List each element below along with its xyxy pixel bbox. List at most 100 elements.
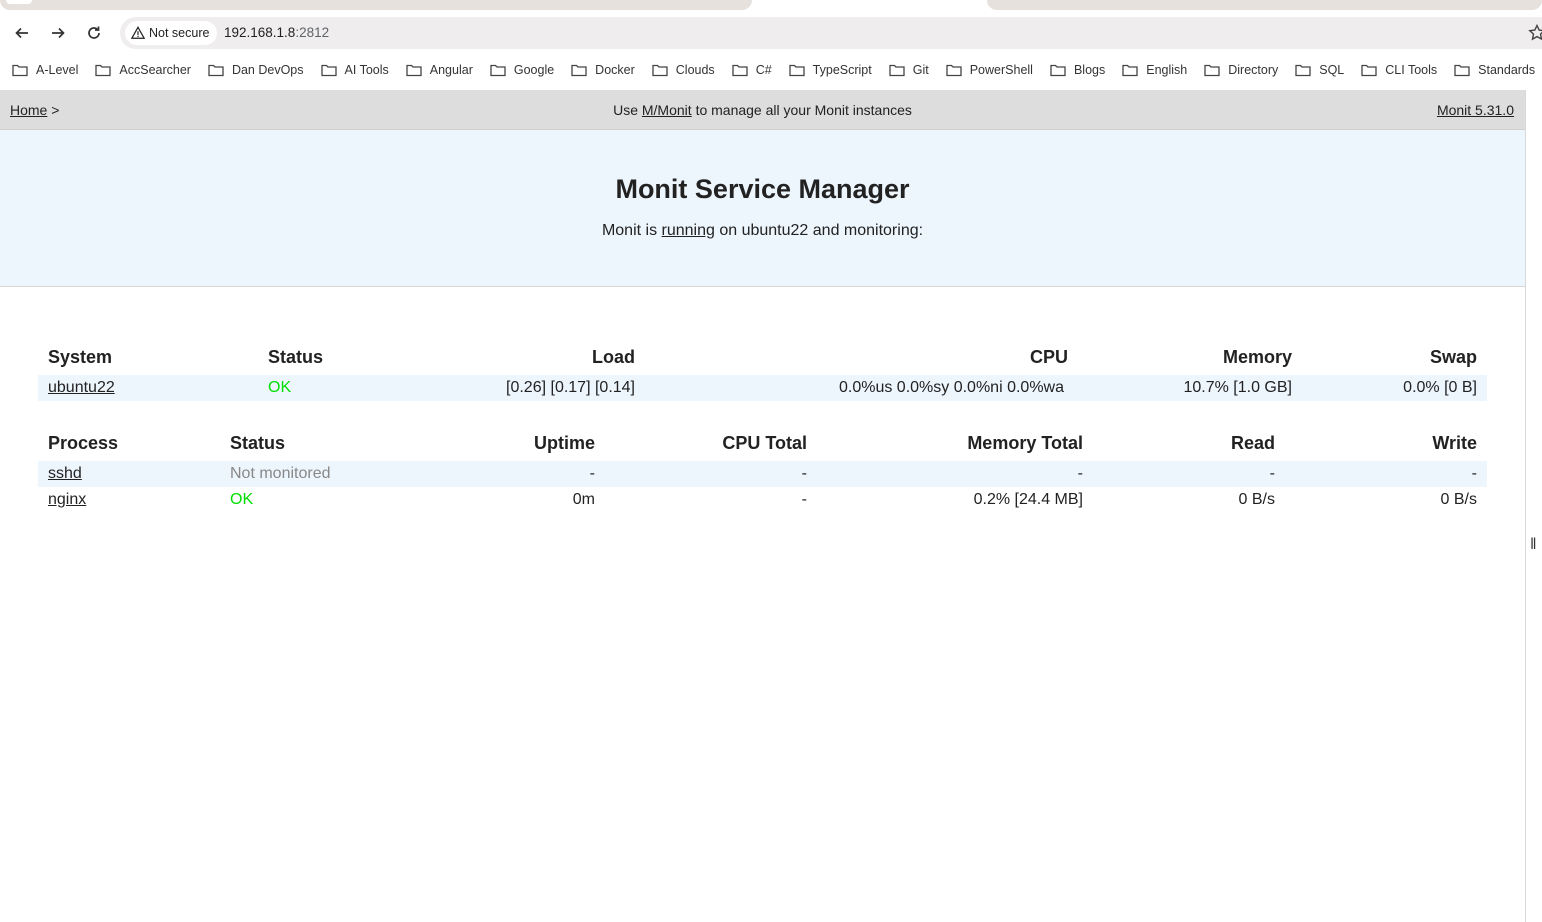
bookmark-folder[interactable]: PowerShell xyxy=(946,63,1033,77)
bookmark-label: Blogs xyxy=(1073,63,1106,77)
bookmark-folder[interactable]: SQL xyxy=(1295,63,1344,77)
bookmark-folder[interactable]: TypeScript xyxy=(789,63,872,77)
process-table: Process Status Uptime CPU Total Memory T… xyxy=(38,425,1487,513)
folder-icon xyxy=(208,64,224,77)
bookmark-star-button[interactable] xyxy=(1528,24,1542,42)
folder-icon xyxy=(571,64,587,77)
hero-section: Monit Service Manager Monit is running o… xyxy=(0,130,1525,287)
browser-tab-previous[interactable] xyxy=(0,0,752,10)
bookmark-label: CLI Tools xyxy=(1385,63,1438,77)
bookmark-label: Git xyxy=(912,63,929,77)
version-link[interactable]: Monit 5.31.0 xyxy=(1437,102,1514,118)
forward-button[interactable] xyxy=(45,20,71,46)
process-table-header: Process Status Uptime CPU Total Memory T… xyxy=(38,425,1487,461)
folder-icon xyxy=(1295,64,1311,77)
address-bar[interactable]: Not secure 192.168.1.8:2812 xyxy=(120,17,1542,49)
mmonit-message-suffix: to manage all your Monit instances xyxy=(695,102,912,118)
bookmark-folder[interactable]: AI Tools xyxy=(320,63,389,77)
side-panel-resize-handle[interactable]: ‖ xyxy=(1530,536,1537,554)
bookmark-folder[interactable]: Directory xyxy=(1204,63,1278,77)
process-link[interactable]: nginx xyxy=(48,491,86,508)
url-text[interactable]: 192.168.1.8:2812 xyxy=(224,25,329,40)
table-row: nginx OK 0m - 0.2% [24.4 MB] 0 B/s 0 B/s xyxy=(38,487,1487,513)
bookmark-folder[interactable]: Clouds xyxy=(652,63,715,77)
column-header: Uptime xyxy=(533,432,595,453)
bookmark-folder[interactable]: Google xyxy=(490,63,554,77)
bookmark-label: Dan DevOps xyxy=(231,63,304,77)
column-header: Swap xyxy=(1429,346,1477,367)
bookmark-label: C# xyxy=(755,63,772,77)
page-title: Monit Service Manager xyxy=(615,174,910,204)
url-host: 192.168.1.8 xyxy=(224,25,296,40)
memory-cell: 10.7% [1.0 GB] xyxy=(1078,375,1302,401)
load-cell: [0.26] [0.17] [0.14] xyxy=(398,375,645,401)
column-header: Memory Total xyxy=(967,432,1083,453)
cpu-total-cell: - xyxy=(605,461,817,487)
cpu-cell: 0.0%us 0.0%sy 0.0%ni 0.0%wa xyxy=(645,375,1078,401)
folder-icon xyxy=(1122,64,1138,77)
table-row: sshd Not monitored - - - - - xyxy=(38,461,1487,487)
folder-icon xyxy=(12,64,28,77)
column-header: Load xyxy=(592,346,635,367)
folder-icon xyxy=(652,64,668,77)
uptime-cell: - xyxy=(410,461,605,487)
cpu-total-cell: - xyxy=(801,491,807,508)
bookmark-label: Standards xyxy=(1478,63,1536,77)
bookmark-label: A-Level xyxy=(36,63,79,77)
memory-total-cell: 0.2% [24.4 MB] xyxy=(973,491,1083,508)
bookmark-folder[interactable]: Docker xyxy=(571,63,635,77)
status-badge: Not monitored xyxy=(220,461,410,487)
bookmark-label: TypeScript xyxy=(812,63,872,77)
bookmark-folder[interactable]: Dan DevOps xyxy=(208,63,304,77)
read-cell: - xyxy=(1093,461,1285,487)
process-name-cell: nginx xyxy=(38,487,220,513)
status-badge: OK xyxy=(258,375,398,401)
folder-icon xyxy=(1204,64,1220,77)
process-link[interactable]: sshd xyxy=(48,465,82,482)
column-header: Write xyxy=(1432,432,1477,453)
folder-icon xyxy=(1361,64,1377,77)
bookmark-label: Angular xyxy=(429,63,473,77)
column-header: System xyxy=(48,346,113,367)
tab-favicon xyxy=(6,0,32,4)
url-port: :2812 xyxy=(295,25,330,40)
folder-icon xyxy=(946,64,962,77)
process-name-cell: sshd xyxy=(38,461,220,487)
bookmark-folder[interactable]: C# xyxy=(732,63,772,77)
write-cell: 0 B/s xyxy=(1440,491,1477,508)
browser-tab-next[interactable] xyxy=(987,0,1542,10)
bookmark-folder[interactable]: Angular xyxy=(406,63,473,77)
system-link[interactable]: ubuntu22 xyxy=(48,379,115,396)
bookmark-label: PowerShell xyxy=(969,63,1033,77)
bookmark-folder[interactable]: AccSearcher xyxy=(95,63,191,77)
back-button[interactable] xyxy=(9,20,35,46)
bookmark-folder[interactable]: Git xyxy=(889,63,929,77)
running-link[interactable]: running xyxy=(662,222,715,239)
bookmark-folder[interactable]: Standards xyxy=(1454,63,1535,77)
folder-icon xyxy=(95,64,112,77)
mmonit-message: Use M/Monit to manage all your Monit ins… xyxy=(0,102,1525,118)
bookmark-label: SQL xyxy=(1319,63,1345,77)
bookmark-label: Directory xyxy=(1228,63,1279,77)
folder-icon xyxy=(1454,64,1470,77)
swap-cell: 0.0% [0 B] xyxy=(1302,375,1487,401)
bookmarks-bar: A-Level AccSearcher Dan DevOps AI Tools Angu… xyxy=(0,56,1542,84)
monit-page: Home > Use M/Monit to manage all your Mo… xyxy=(0,90,1526,922)
mmonit-link[interactable]: M/Monit xyxy=(642,102,692,118)
security-chip[interactable]: Not secure xyxy=(125,21,218,45)
bookmark-folder[interactable]: CLI Tools xyxy=(1361,63,1437,77)
read-cell: 0 B/s xyxy=(1238,491,1275,508)
reload-button[interactable] xyxy=(81,20,107,46)
column-header: CPU xyxy=(1029,346,1068,367)
system-name-cell: ubuntu22 xyxy=(38,375,258,401)
uptime-cell: 0m xyxy=(572,491,595,508)
folder-icon xyxy=(406,64,422,77)
table-row: ubuntu22 OK [0.26] [0.17] [0.14] 0.0%us … xyxy=(38,375,1487,401)
reload-icon xyxy=(88,26,100,39)
bookmark-folder[interactable]: A-Level xyxy=(12,63,78,77)
bookmark-label: Docker xyxy=(595,63,635,77)
status-summary: Monit is running on ubuntu22 and monitor… xyxy=(0,222,1525,240)
bookmark-folder[interactable]: Blogs xyxy=(1050,63,1105,77)
monit-header-bar: Home > Use M/Monit to manage all your Mo… xyxy=(0,90,1525,130)
bookmark-folder[interactable]: English xyxy=(1122,63,1187,77)
